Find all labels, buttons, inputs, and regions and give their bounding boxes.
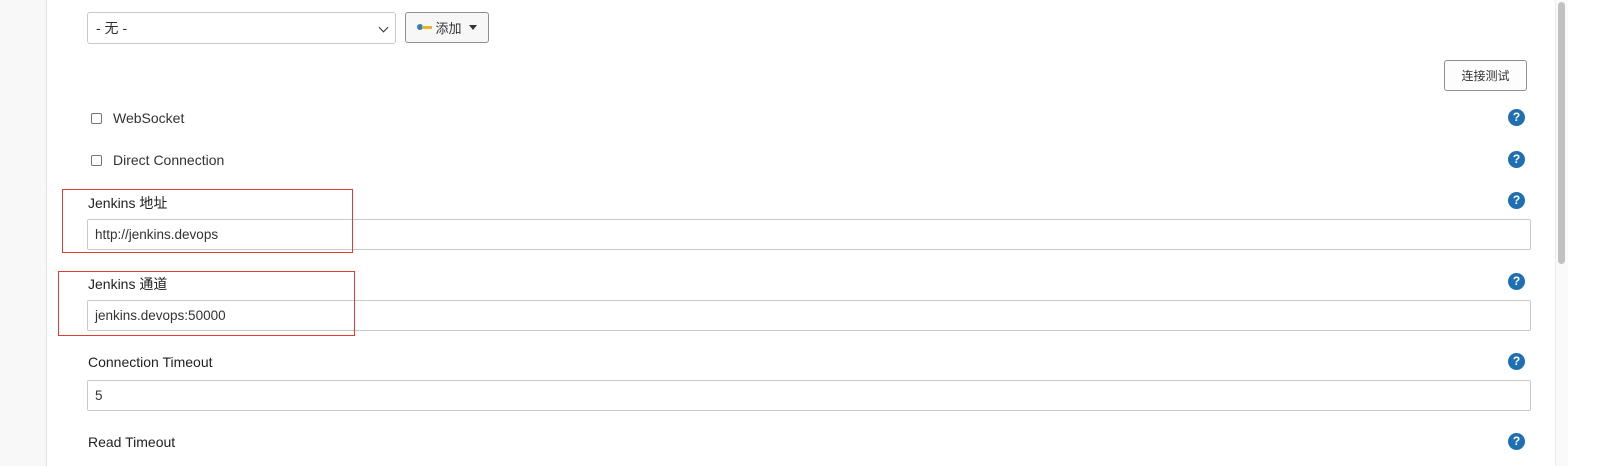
help-icon[interactable]: ?: [1508, 433, 1525, 450]
add-credentials-label: 添加: [435, 21, 462, 36]
connection-timeout-input[interactable]: 5: [87, 380, 1531, 411]
key-icon: [417, 23, 433, 33]
websocket-label: WebSocket: [113, 110, 185, 126]
connection-timeout-label: Connection Timeout: [88, 354, 213, 370]
help-icon[interactable]: ?: [1508, 151, 1525, 168]
credentials-select[interactable]: - 无 -: [87, 12, 396, 44]
annotation-box-jenkins-url: [62, 189, 353, 253]
direct-connection-checkbox[interactable]: [91, 154, 102, 166]
help-icon[interactable]: ?: [1508, 192, 1525, 209]
help-icon[interactable]: ?: [1508, 273, 1525, 290]
add-credentials-button[interactable]: 添加: [405, 12, 489, 43]
annotation-box-jenkins-tunnel: [58, 271, 355, 336]
left-gutter: [0, 0, 47, 466]
help-icon[interactable]: ?: [1508, 109, 1525, 126]
direct-connection-option[interactable]: Direct Connection: [91, 150, 224, 170]
scrollbar[interactable]: [1555, 0, 1568, 466]
read-timeout-label: Read Timeout: [88, 434, 176, 450]
test-connection-button[interactable]: 连接测试: [1444, 60, 1527, 91]
websocket-option[interactable]: WebSocket: [91, 108, 184, 128]
scrollbar-thumb[interactable]: [1558, 2, 1565, 264]
chevron-down-icon: [378, 22, 389, 33]
credentials-select-value: - 无 -: [96, 20, 128, 36]
websocket-checkbox[interactable]: [91, 112, 102, 124]
help-icon[interactable]: ?: [1508, 353, 1525, 370]
direct-connection-label: Direct Connection: [113, 152, 225, 168]
caret-down-icon: [468, 25, 477, 30]
